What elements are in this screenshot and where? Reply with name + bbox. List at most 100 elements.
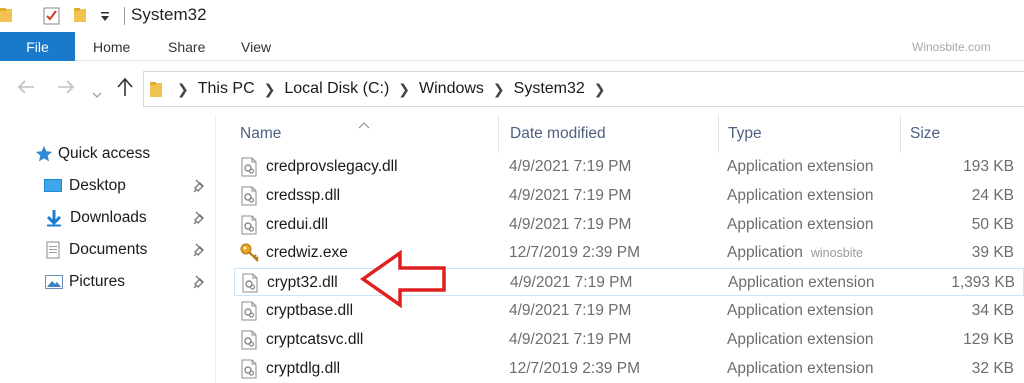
file-type-text: Application extension [728,274,875,292]
file-date: 4/9/2021 7:19 PM [510,274,633,292]
file-type: Application extension [728,269,883,297]
sidebar-item-desktop[interactable]: Desktop [0,173,215,199]
recent-locations-chevron-icon[interactable] [92,83,102,103]
back-arrow-icon[interactable] [16,77,36,101]
file-size: 34 KB [971,302,1014,319]
navigation-bar: ❯ This PC ❯ Local Disk (C:) ❯ Windows ❯ … [0,61,1024,115]
file-date: 4/9/2021 7:19 PM [509,330,632,348]
chevron-right-icon[interactable]: ❯ [493,81,505,98]
documents-icon [46,241,60,259]
new-folder-icon[interactable] [74,6,88,29]
table-row[interactable]: credui.dll 4/9/2021 7:19 PM Application ex… [234,211,1024,239]
pin-icon[interactable] [193,275,205,294]
column-header-size[interactable]: Size [910,115,940,153]
file-name: credprovslegacy.dll [266,158,398,175]
file-size: 24 KB [971,186,1014,204]
pin-icon[interactable] [193,243,205,262]
file-type-text: Application extension [727,186,874,204]
sidebar-item-label: Pictures [69,273,125,290]
tab-file[interactable]: File [0,32,75,61]
title-bar: System32 [0,0,1024,32]
sidebar-item-label: Documents [69,241,148,258]
sidebar-item-downloads[interactable]: Downloads [0,205,215,231]
customize-dropdown-icon[interactable] [100,10,110,28]
table-row[interactable]: crypt32.dll 4/9/2021 7:19 PM Application e… [234,268,1024,298]
pin-icon[interactable] [193,179,205,198]
chevron-right-icon[interactable]: ❯ [398,81,410,98]
table-row[interactable]: cryptcatsvc.dll 4/9/2021 7:19 PM Applicati… [234,326,1024,354]
column-header-name[interactable]: Name [240,115,281,153]
tab-home[interactable]: Home [93,32,130,61]
sidebar-item-documents[interactable]: Documents [0,237,215,263]
file-name: credssp.dll [266,186,341,204]
file-list: Name Date modified Type Size credprovsle… [216,115,1024,383]
dll-file-icon [240,215,258,240]
chevron-right-icon[interactable]: ❯ [594,81,606,98]
column-header-type[interactable]: Type [728,115,762,153]
column-divider[interactable] [718,115,719,153]
chevron-right-icon[interactable]: ❯ [177,81,189,98]
title-separator [124,7,125,25]
file-type: Application winosbite [727,239,863,267]
table-row[interactable]: cryptbase.dll 4/9/2021 7:19 PM Application… [234,297,1024,325]
tab-share[interactable]: Share [168,32,205,61]
file-type: Application extension [727,326,882,354]
ribbon-tabs: File Home Share View Winosbite.com [0,32,1024,61]
dll-file-icon [240,157,258,182]
file-type-text: Application [727,244,803,262]
file-type: Application extension [727,182,882,210]
column-header-date[interactable]: Date modified [510,115,606,153]
dll-file-icon [240,186,258,211]
file-name: crypt32.dll [267,274,338,292]
sidebar-item-label: Desktop [69,177,126,194]
file-type: Application extension [727,355,882,383]
forward-arrow-icon[interactable] [56,77,76,101]
sort-ascending-icon [358,116,370,134]
file-type-text: Application extension [727,215,874,233]
file-type-text: Application extension [727,302,874,319]
file-size: 129 KB [963,330,1014,348]
window-title: System32 [131,5,207,24]
column-divider[interactable] [900,115,901,153]
chevron-right-icon[interactable]: ❯ [264,81,276,98]
file-size: 193 KB [963,158,1014,175]
file-name: credwiz.exe [266,244,348,262]
table-row[interactable]: credprovslegacy.dll 4/9/2021 7:19 PM Appli… [234,153,1024,181]
table-row[interactable]: credssp.dll 4/9/2021 7:19 PM Application e… [234,182,1024,210]
file-name: cryptcatsvc.dll [266,330,364,348]
tab-view[interactable]: View [241,32,271,61]
sidebar-item-label: Quick access [58,145,151,162]
column-divider[interactable] [498,115,499,153]
breadcrumb-local-disk[interactable]: Local Disk (C:) [284,80,389,98]
address-folder-icon [150,79,164,99]
file-date: 4/9/2021 7:19 PM [509,158,632,175]
table-row[interactable]: credwiz.exe 12/7/2019 2:39 PM Application w… [234,239,1024,267]
file-type-text: Application extension [727,359,874,377]
file-name: credui.dll [266,215,329,233]
file-date: 4/9/2021 7:19 PM [509,215,632,233]
sidebar-item-label: Downloads [70,209,147,226]
file-date: 12/7/2019 2:39 PM [509,359,640,377]
file-name: cryptdlg.dll [266,359,341,377]
sidebar-item-quick-access[interactable]: Quick access [0,141,215,167]
watermark: Winosbite.com [912,39,991,54]
file-size: 1,393 KB [951,274,1015,292]
breadcrumb-windows[interactable]: Windows [419,80,484,98]
dll-file-icon [240,330,258,355]
pin-icon[interactable] [193,211,205,230]
address-bar[interactable]: ❯ This PC ❯ Local Disk (C:) ❯ Windows ❯ … [143,71,1024,107]
table-row[interactable]: cryptdlg.dll 12/7/2019 2:39 PM Application… [234,355,1024,383]
folder-icon[interactable] [0,6,14,29]
file-type: Application extension [727,211,882,239]
key-exe-icon [240,243,260,268]
star-icon [35,145,53,163]
file-date: 4/9/2021 7:19 PM [509,302,632,319]
up-arrow-icon[interactable] [115,76,135,102]
breadcrumb-this-pc[interactable]: This PC [198,80,255,98]
file-date: 12/7/2019 2:39 PM [509,244,640,262]
properties-check-icon[interactable] [42,6,62,31]
file-size: 50 KB [971,215,1014,233]
sidebar-item-pictures[interactable]: Pictures [0,269,215,295]
breadcrumb-system32[interactable]: System32 [514,80,585,98]
dll-file-icon [241,273,259,298]
